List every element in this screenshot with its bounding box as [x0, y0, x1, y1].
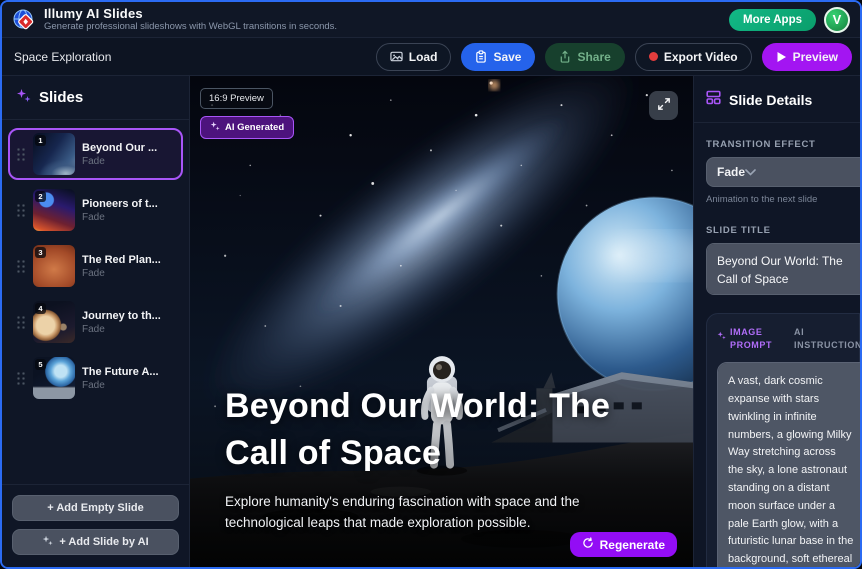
slide-main-title: Beyond Our World: The Call of Space	[225, 383, 635, 477]
expand-icon	[657, 97, 671, 114]
slide-number-badge: 5	[35, 359, 46, 370]
preview-button-label: Preview	[793, 50, 838, 64]
sparkles-icon	[16, 88, 31, 108]
slide-item-title: Pioneers of t...	[82, 198, 158, 210]
toolbar: Space Exploration Load	[2, 38, 860, 76]
slide-item-transition: Fade	[82, 212, 158, 223]
slide-list-item-3[interactable]: 3 The Red Plan... Fade	[8, 240, 183, 292]
tab-image-prompt-label: IMAGE PROMPT	[730, 326, 782, 352]
slide-number-badge: 4	[35, 303, 46, 314]
more-apps-button[interactable]: More Apps	[729, 9, 816, 31]
slide-item-title: The Red Plan...	[82, 254, 161, 266]
slide-details-panel: Slide Details TRANSITION EFFECT Fade Ani…	[693, 76, 860, 567]
play-icon	[776, 51, 787, 63]
slide-list-item-2[interactable]: 2 Pioneers of t... Fade	[8, 184, 183, 236]
drag-handle-icon[interactable]	[16, 147, 26, 161]
slide-item-transition: Fade	[82, 324, 161, 335]
slide-thumbnail: 3	[33, 245, 75, 287]
slide-item-title: Beyond Our ...	[82, 142, 157, 154]
app-header: Illumy AI Slides Generate professional s…	[2, 2, 860, 38]
slide-number-badge: 3	[35, 247, 46, 258]
tab-image-prompt[interactable]: IMAGE PROMPT	[717, 326, 782, 352]
tab-ai-instructions[interactable]: AI INSTRUCTIONS	[794, 326, 846, 352]
drag-handle-icon[interactable]	[16, 315, 26, 329]
load-button[interactable]: Load	[376, 43, 452, 71]
drag-handle-icon[interactable]	[16, 259, 26, 273]
project-name: Space Exploration	[14, 50, 111, 64]
refresh-icon	[582, 537, 594, 552]
app-window: Illumy AI Slides Generate professional s…	[0, 0, 862, 569]
sparkles-icon	[42, 535, 53, 549]
add-empty-slide-button[interactable]: + Add Empty Slide	[12, 495, 179, 521]
app-title: Illumy AI Slides	[44, 7, 337, 22]
share-upload-icon	[559, 50, 571, 63]
slide-item-title: The Future A...	[82, 366, 159, 378]
add-slide-by-ai-button[interactable]: + Add Slide by AI	[12, 529, 179, 555]
slides-sidebar: Slides 1 Beyond Our ... Fade 2	[2, 76, 190, 567]
sparkle-icon	[717, 328, 726, 343]
slide-thumbnail: 1	[33, 133, 75, 175]
record-dot-icon	[649, 52, 658, 61]
share-button-label: Share	[577, 50, 610, 64]
slide-item-transition: Fade	[82, 156, 157, 167]
prompt-tabs: IMAGE PROMPT AI INSTRUCTIONS	[717, 326, 859, 352]
regenerate-button[interactable]: Regenerate	[570, 532, 677, 557]
layout-icon	[706, 90, 721, 110]
slide-list-item-1[interactable]: 1 Beyond Our ... Fade	[8, 128, 183, 180]
slide-item-transition: Fade	[82, 380, 159, 391]
transition-select-value: Fade	[717, 165, 745, 179]
slide-number-badge: 1	[35, 135, 46, 146]
export-video-button[interactable]: Export Video	[635, 43, 752, 71]
slide-text-overlay: Beyond Our World: The Call of Space Expl…	[225, 383, 673, 534]
transition-select[interactable]: Fade	[706, 157, 860, 187]
drag-handle-icon[interactable]	[16, 203, 26, 217]
slide-item-title: Journey to th...	[82, 310, 161, 322]
sidebar-footer: + Add Empty Slide + Add Slide by AI	[2, 484, 189, 567]
share-button[interactable]: Share	[545, 43, 624, 71]
slide-thumbnail: 2	[33, 189, 75, 231]
slide-list: 1 Beyond Our ... Fade 2 Pioneers of t...…	[2, 120, 189, 484]
add-empty-slide-label: + Add Empty Slide	[47, 502, 143, 514]
slide-details-title: Slide Details	[729, 92, 812, 108]
slide-list-item-5[interactable]: 5 The Future A... Fade	[8, 352, 183, 404]
app-titles: Illumy AI Slides Generate professional s…	[44, 7, 337, 33]
sparkles-icon	[210, 121, 220, 134]
slide-list-item-4[interactable]: 4 Journey to th... Fade	[8, 296, 183, 348]
fullscreen-button[interactable]	[649, 91, 678, 120]
drag-handle-icon[interactable]	[16, 371, 26, 385]
save-button-label: Save	[493, 50, 521, 64]
transition-hint: Animation to the next slide	[706, 194, 860, 205]
tab-ai-instructions-label: AI INSTRUCTIONS	[794, 326, 846, 352]
preview-button[interactable]: Preview	[762, 43, 852, 71]
slide-item-transition: Fade	[82, 268, 161, 279]
transition-effect-label: TRANSITION EFFECT	[706, 139, 860, 150]
ai-generated-badge-label: AI Generated	[225, 122, 284, 133]
regenerate-button-label: Regenerate	[600, 538, 665, 552]
export-video-button-label: Export Video	[664, 50, 738, 64]
ai-generated-badge[interactable]: AI Generated	[200, 116, 294, 139]
image-prompt-textarea[interactable]: A vast, dark cosmic expanse with stars t…	[717, 362, 860, 567]
slide-number-badge: 2	[35, 191, 46, 202]
save-button[interactable]: Save	[461, 43, 535, 71]
load-button-label: Load	[409, 50, 438, 64]
slide-preview: 16:9 Preview AI Generated	[190, 76, 693, 567]
chevron-down-icon	[745, 163, 756, 181]
add-slide-by-ai-label: + Add Slide by AI	[59, 536, 148, 548]
slide-thumbnail: 4	[33, 301, 75, 343]
load-icon	[390, 50, 403, 63]
slide-thumbnail: 5	[33, 357, 75, 399]
slide-title-input[interactable]: Beyond Our World: The Call of Space	[706, 243, 860, 295]
prompt-card: IMAGE PROMPT AI INSTRUCTIONS A vast, dar…	[706, 313, 860, 567]
avatar[interactable]: V	[824, 7, 850, 33]
app-logo-icon	[12, 8, 36, 32]
slide-details-header: Slide Details	[694, 76, 860, 123]
slide-main-description: Explore humanity's enduring fascination …	[225, 491, 620, 534]
clipboard-icon	[475, 50, 487, 63]
slides-sidebar-title: Slides	[39, 89, 83, 106]
slide-title-label: SLIDE TITLE	[706, 225, 860, 236]
aspect-ratio-badge: 16:9 Preview	[200, 88, 273, 109]
app-subtitle: Generate professional slideshows with We…	[44, 22, 337, 33]
slides-sidebar-header: Slides	[2, 76, 189, 120]
